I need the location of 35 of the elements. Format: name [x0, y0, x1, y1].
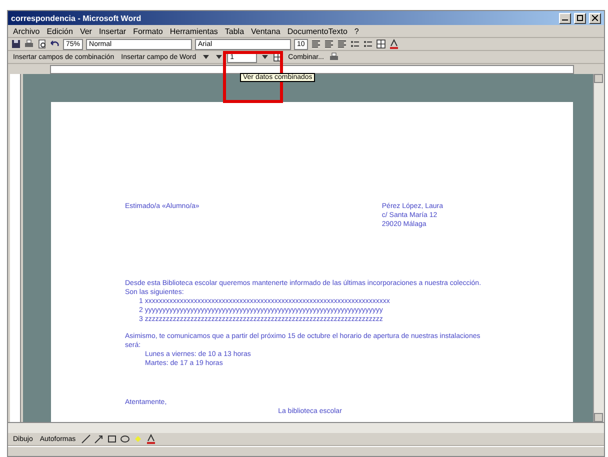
align-icon[interactable] — [310, 39, 321, 49]
menu-item[interactable]: Archivo — [11, 26, 42, 36]
align-icon[interactable] — [336, 39, 347, 49]
vertical-scrollbar[interactable] — [593, 74, 604, 422]
maximize-button[interactable] — [574, 12, 586, 24]
menu-item[interactable]: Edición — [44, 26, 75, 36]
menu-item[interactable]: Insertar — [96, 26, 128, 36]
close-icon — [592, 15, 598, 21]
horizontal-scrollbar[interactable] — [8, 422, 604, 433]
table-icon[interactable] — [376, 39, 386, 49]
print-icon[interactable] — [24, 39, 34, 49]
menu-item[interactable]: DocumentoTexto — [285, 26, 350, 36]
print-icon[interactable] — [328, 52, 339, 62]
arrow-icon[interactable] — [94, 434, 104, 444]
save-icon[interactable] — [11, 39, 21, 49]
menu-item[interactable]: Ventana — [249, 26, 282, 36]
list-icon[interactable] — [362, 39, 373, 49]
rectangle-icon[interactable] — [106, 434, 117, 444]
menu-item[interactable]: Tabla — [222, 26, 246, 36]
menu-item[interactable]: Herramientas — [168, 26, 220, 36]
menu-item[interactable]: Formato — [131, 26, 165, 36]
print-preview-icon[interactable] — [37, 39, 47, 49]
list-icon[interactable] — [350, 39, 360, 49]
menu-item[interactable]: ? — [352, 26, 361, 36]
undo-icon[interactable] — [50, 39, 60, 49]
align-icon[interactable] — [324, 39, 334, 49]
window-title: correspondencia - Microsoft Word — [11, 14, 142, 22]
font-color-icon[interactable] — [146, 434, 156, 444]
font-color-icon[interactable] — [388, 39, 399, 49]
close-button[interactable] — [589, 12, 601, 24]
line-icon[interactable] — [80, 434, 91, 444]
minimize-button[interactable] — [559, 12, 571, 24]
maximize-icon — [577, 15, 583, 21]
oval-icon[interactable] — [120, 434, 130, 444]
menu-item[interactable]: Ver — [78, 26, 94, 36]
